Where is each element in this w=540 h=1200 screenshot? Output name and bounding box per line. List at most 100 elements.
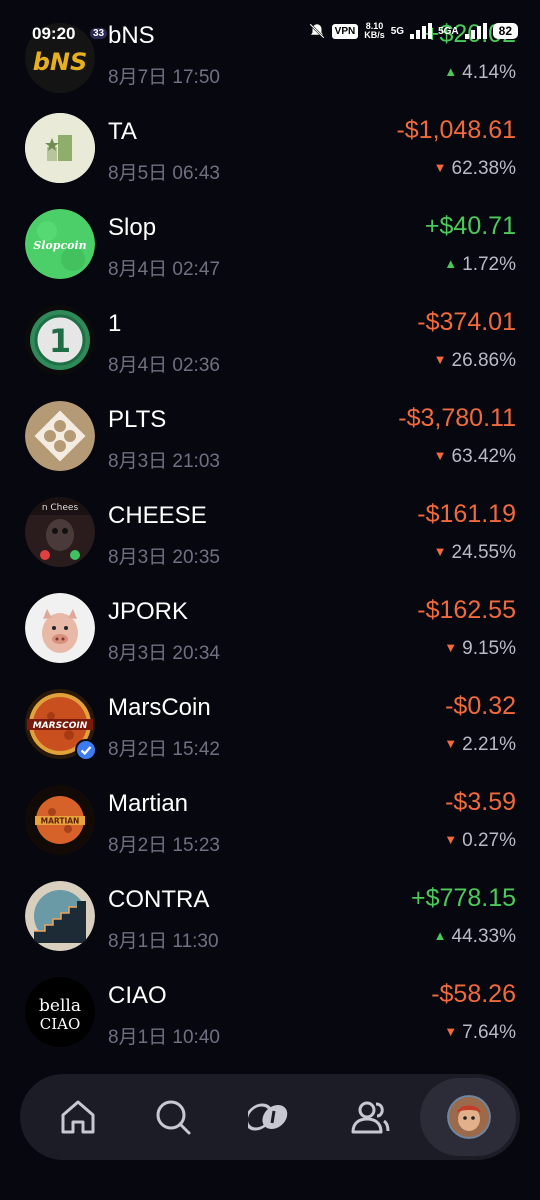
token-logo-cheese: n Chees	[25, 497, 95, 567]
token-pct: ▲ 1.72%	[444, 254, 516, 276]
token-date: 8月1日 11:30	[108, 931, 219, 952]
token-pct: ▼ 9.15%	[444, 638, 516, 660]
pct-value: 62.38%	[451, 158, 516, 179]
token-pct: ▼ 63.42%	[434, 446, 516, 468]
trend-arrow-icon: ▲	[444, 64, 458, 79]
holding-row[interactable]: TA 8月5日 06:43 -$1,048.61 ▼ 62.38%	[0, 108, 540, 204]
cheese-logo-icon: n Chees	[25, 497, 95, 567]
pnl-value: -$58.26	[431, 980, 516, 1008]
ciao-logo-top: bella	[39, 996, 81, 1016]
token-date: 8月3日 20:35	[108, 547, 220, 568]
search-icon	[156, 1100, 191, 1135]
one-coin-icon: 1	[25, 305, 95, 375]
holding-row[interactable]: n Chees CHEESE 8月3日 20:35 -$161.19 ▼ 24.5…	[0, 492, 540, 588]
network-speed: 8.10 KB/s	[364, 22, 385, 40]
trend-arrow-icon: ▲	[444, 256, 458, 271]
status-indicators: VPN 8.10 KB/s 5G 5GA 82	[308, 22, 518, 40]
token-pnl: -$374.01	[417, 308, 516, 337]
token-logo-jpork	[25, 593, 95, 663]
token-logo-1: 1	[25, 305, 95, 375]
home-icon	[61, 1100, 95, 1134]
pnl-value: -$0.32	[445, 692, 516, 720]
token-pct: ▼ 7.64%	[444, 1022, 516, 1044]
battery-level: 82	[492, 23, 518, 39]
token-logo-plts	[25, 401, 95, 471]
holding-row[interactable]: JPORK 8月3日 20:34 -$162.55 ▼ 9.15%	[0, 588, 540, 684]
holding-row[interactable]: CONTRA 8月1日 11:30 +$778.15 ▲ 44.33%	[0, 876, 540, 972]
nav-search-button[interactable]	[150, 1094, 196, 1140]
token-pnl: -$162.55	[417, 596, 516, 625]
slop-logo-text: Slopcoin	[33, 239, 86, 252]
pnl-value: +$40.71	[424, 212, 516, 240]
ciao-logo-bottom: CIAO	[40, 1015, 81, 1033]
token-logo-contra	[25, 881, 95, 951]
profile-avatar[interactable]	[447, 1095, 491, 1139]
holding-row[interactable]: MARTIAN Martian 8月2日 15:23 -$3.59 ▼ 0.27%	[0, 780, 540, 876]
pnl-value: -$1,048.61	[396, 116, 516, 144]
token-pnl: +$778.15	[411, 884, 516, 913]
martian-logo-icon: MARTIAN	[25, 785, 95, 855]
token-pnl: -$1,048.61	[396, 116, 516, 145]
token-logo-ta	[25, 113, 95, 183]
token-date: 8月2日 15:23	[108, 835, 220, 856]
holding-row[interactable]: MARSCOIN MarsCoin 8月2日 15:42 -$0.32 ▼ 2.2…	[0, 684, 540, 780]
token-pct: ▲ 44.33%	[434, 926, 516, 948]
nav-community-button[interactable]	[347, 1094, 393, 1140]
token-pct: ▼ 2.21%	[444, 734, 516, 756]
pct-value: 26.86%	[451, 350, 516, 371]
muted-bell-icon	[309, 23, 325, 39]
plts-logo-icon	[25, 401, 95, 471]
slop-logo-icon: Slopcoin	[25, 209, 95, 279]
token-date: 8月3日 21:03	[108, 451, 220, 472]
trend-arrow-icon: ▼	[433, 544, 447, 559]
trend-arrow-icon: ▲	[433, 928, 447, 943]
token-date: 8月4日 02:36	[108, 355, 220, 376]
pct-value: 63.42%	[451, 446, 516, 467]
pnl-value: +$778.15	[411, 884, 516, 912]
trend-arrow-icon: ▼	[444, 1024, 458, 1039]
token-pnl: -$3,780.11	[398, 404, 516, 433]
token-date: 8月1日 10:40	[108, 1027, 220, 1048]
holding-row[interactable]: Slopcoin Slop 8月4日 02:47 +$40.71 ▲ 1.72%	[0, 204, 540, 300]
token-name: CONTRA	[108, 886, 210, 913]
network-type-2: 5GA	[438, 25, 459, 37]
token-date: 8月7日 17:50	[108, 67, 220, 88]
token-date: 8月4日 02:47	[108, 259, 220, 280]
signal-icon-2	[464, 23, 487, 39]
coins-icon	[244, 1103, 288, 1131]
pct-value: 24.55%	[451, 542, 516, 563]
cheese-logo-text: n Chees	[42, 503, 79, 513]
holding-row[interactable]: 1 1 8月4日 02:36 -$374.01 ▼ 26.86%	[0, 300, 540, 396]
pnl-value: -$3.59	[445, 788, 516, 816]
pct-value: 4.14%	[462, 62, 516, 83]
holding-row[interactable]: PLTS 8月3日 21:03 -$3,780.11 ▼ 63.42%	[0, 396, 540, 492]
pct-value: 1.72%	[462, 254, 516, 275]
token-pct: ▼ 26.86%	[434, 350, 516, 372]
pct-value: 2.21%	[462, 734, 516, 755]
users-icon	[351, 1101, 390, 1134]
nav-coins-button[interactable]	[244, 1094, 294, 1140]
token-date: 8月3日 20:34	[108, 643, 220, 664]
token-pct: ▼ 24.55%	[434, 542, 516, 564]
verified-badge-icon	[75, 739, 97, 761]
trend-arrow-icon: ▼	[444, 736, 458, 751]
trend-arrow-icon: ▼	[433, 160, 447, 175]
bottom-nav	[20, 1074, 520, 1160]
trend-arrow-icon: ▼	[444, 832, 458, 847]
pnl-value: -$374.01	[417, 308, 516, 336]
token-logo-marscoin: MARSCOIN	[25, 689, 97, 761]
token-date: 8月2日 15:42	[108, 739, 220, 760]
pnl-value: -$162.55	[417, 596, 516, 624]
token-pct: ▼ 62.38%	[434, 158, 516, 180]
signal-icon	[410, 23, 433, 39]
holding-row[interactable]: bella CIAO CIAO 8月1日 10:40 -$58.26 ▼ 7.64…	[0, 972, 540, 1068]
token-name: JPORK	[108, 598, 189, 625]
nav-home-button[interactable]	[55, 1094, 101, 1140]
bns-logo-text: bNS	[33, 48, 88, 76]
token-name: TA	[108, 118, 137, 145]
trend-arrow-icon: ▼	[433, 352, 447, 367]
pnl-value: -$161.19	[417, 500, 516, 528]
pct-value: 0.27%	[462, 830, 516, 851]
notification-badge: 33	[90, 28, 108, 39]
martian-logo-text: MARTIAN	[41, 817, 80, 826]
